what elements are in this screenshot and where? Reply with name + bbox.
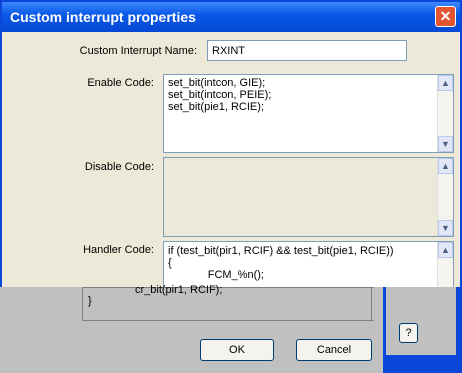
handler-label: Handler Code: bbox=[83, 244, 154, 256]
cancel-button[interactable]: Cancel bbox=[296, 339, 372, 361]
handler-scrollbar[interactable]: ▲ bbox=[437, 242, 453, 290]
artifact-line-2: } bbox=[88, 295, 92, 307]
scroll-down-icon[interactable]: ▼ bbox=[438, 220, 453, 236]
artifact-frame bbox=[82, 287, 374, 321]
help-button[interactable]: ? bbox=[399, 323, 418, 343]
disable-label: Disable Code: bbox=[84, 161, 154, 173]
scroll-up-icon[interactable]: ▲ bbox=[438, 75, 453, 91]
name-label: Custom Interrupt Name: bbox=[79, 45, 197, 57]
enable-scrollbar[interactable]: ▲ ▼ bbox=[437, 75, 453, 152]
ok-button[interactable]: OK bbox=[200, 339, 274, 361]
scroll-down-icon[interactable]: ▼ bbox=[438, 136, 453, 152]
artifact-side-panel bbox=[386, 287, 456, 355]
scroll-up-icon[interactable]: ▲ bbox=[438, 242, 453, 258]
window-title: Custom interrupt properties bbox=[10, 9, 196, 25]
disable-code-textarea[interactable]: ▲ ▼ bbox=[163, 157, 454, 237]
interrupt-name-value: RXINT bbox=[212, 45, 245, 57]
enable-code-text: set_bit(intcon, GIE); set_bit(intcon, PE… bbox=[168, 77, 272, 113]
handler-code-text: if (test_bit(pir1, RCIF) && test_bit(pie… bbox=[168, 245, 394, 281]
disable-scrollbar[interactable]: ▲ ▼ bbox=[437, 158, 453, 236]
title-bar[interactable]: Custom interrupt properties ✕ bbox=[2, 2, 460, 32]
close-icon[interactable]: ✕ bbox=[435, 6, 456, 27]
artifact-line-1: cr_bit(pir1, RCIF); bbox=[135, 284, 223, 296]
interrupt-name-input[interactable]: RXINT bbox=[207, 40, 407, 61]
scroll-up-icon[interactable]: ▲ bbox=[438, 158, 453, 174]
enable-label: Enable Code: bbox=[87, 77, 154, 89]
enable-code-textarea[interactable]: set_bit(intcon, GIE); set_bit(intcon, PE… bbox=[163, 74, 454, 153]
